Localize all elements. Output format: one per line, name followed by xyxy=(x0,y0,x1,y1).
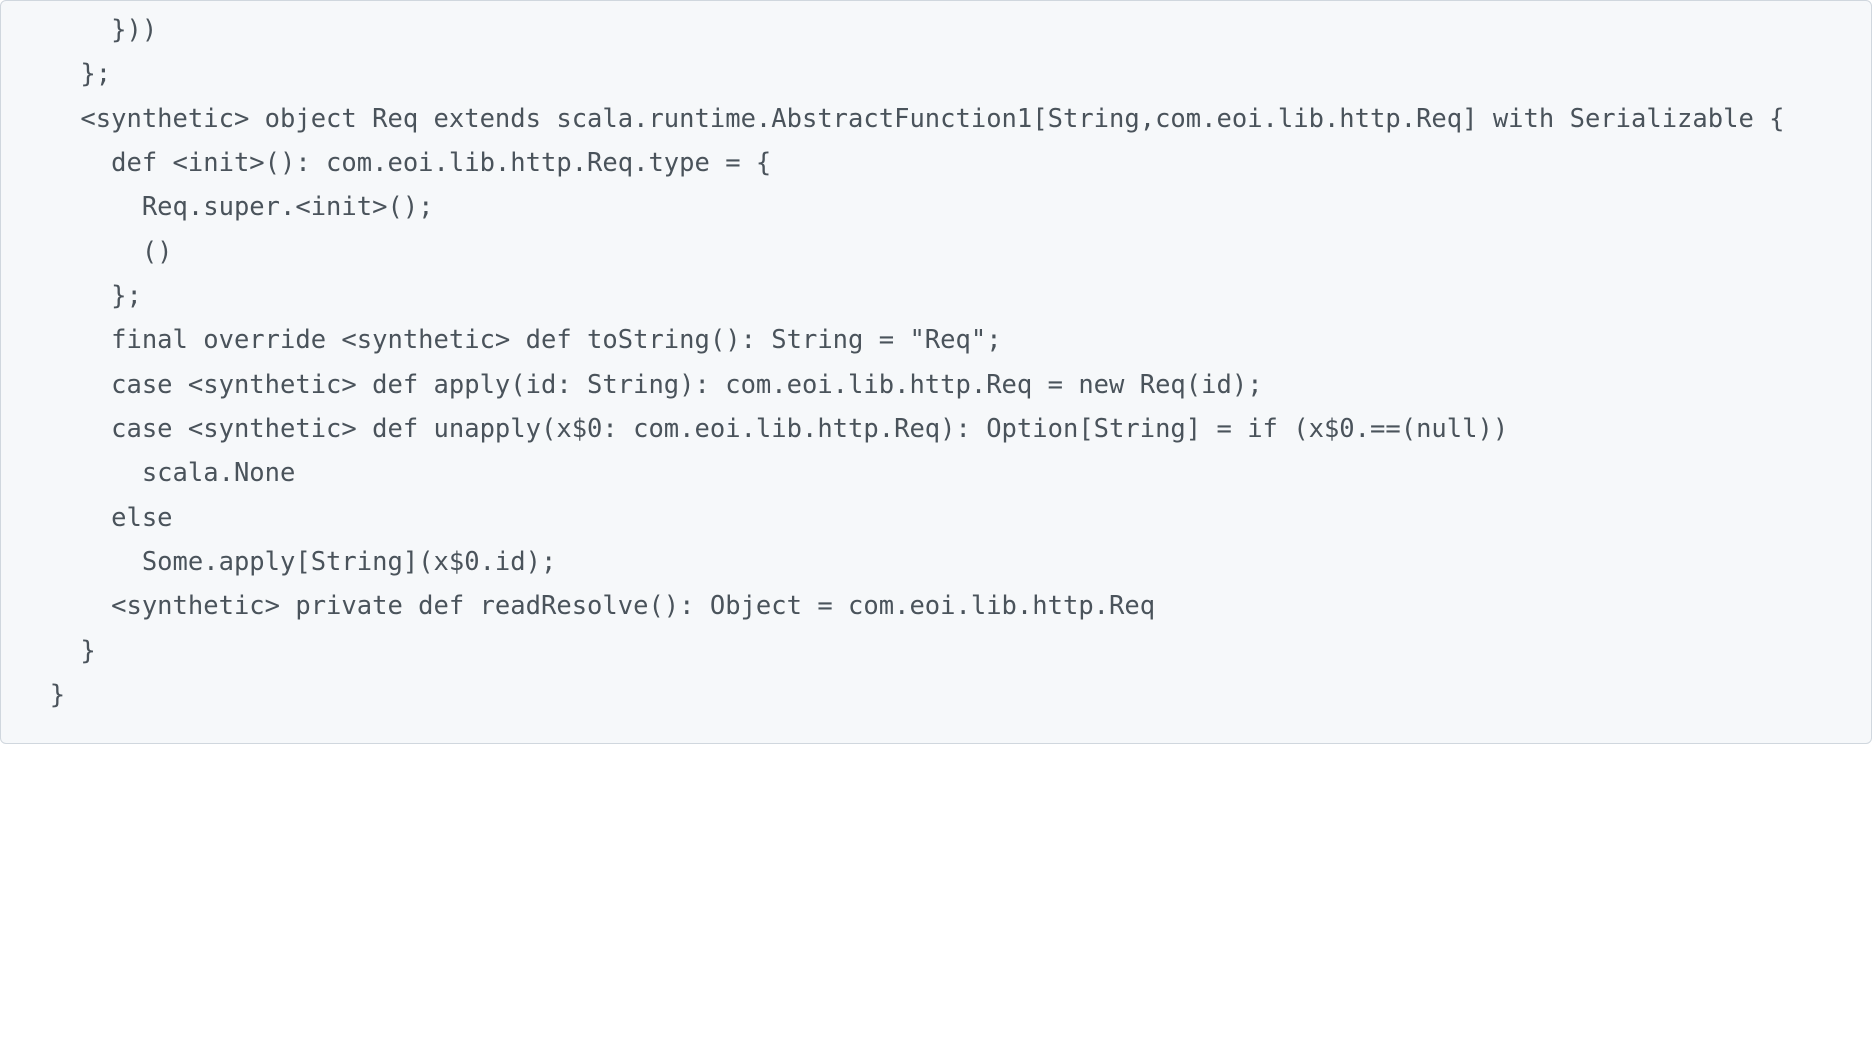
code-block: })) }; <synthetic> object Req extends sc… xyxy=(0,0,1872,744)
code-content: })) }; <synthetic> object Req extends sc… xyxy=(19,15,1785,710)
